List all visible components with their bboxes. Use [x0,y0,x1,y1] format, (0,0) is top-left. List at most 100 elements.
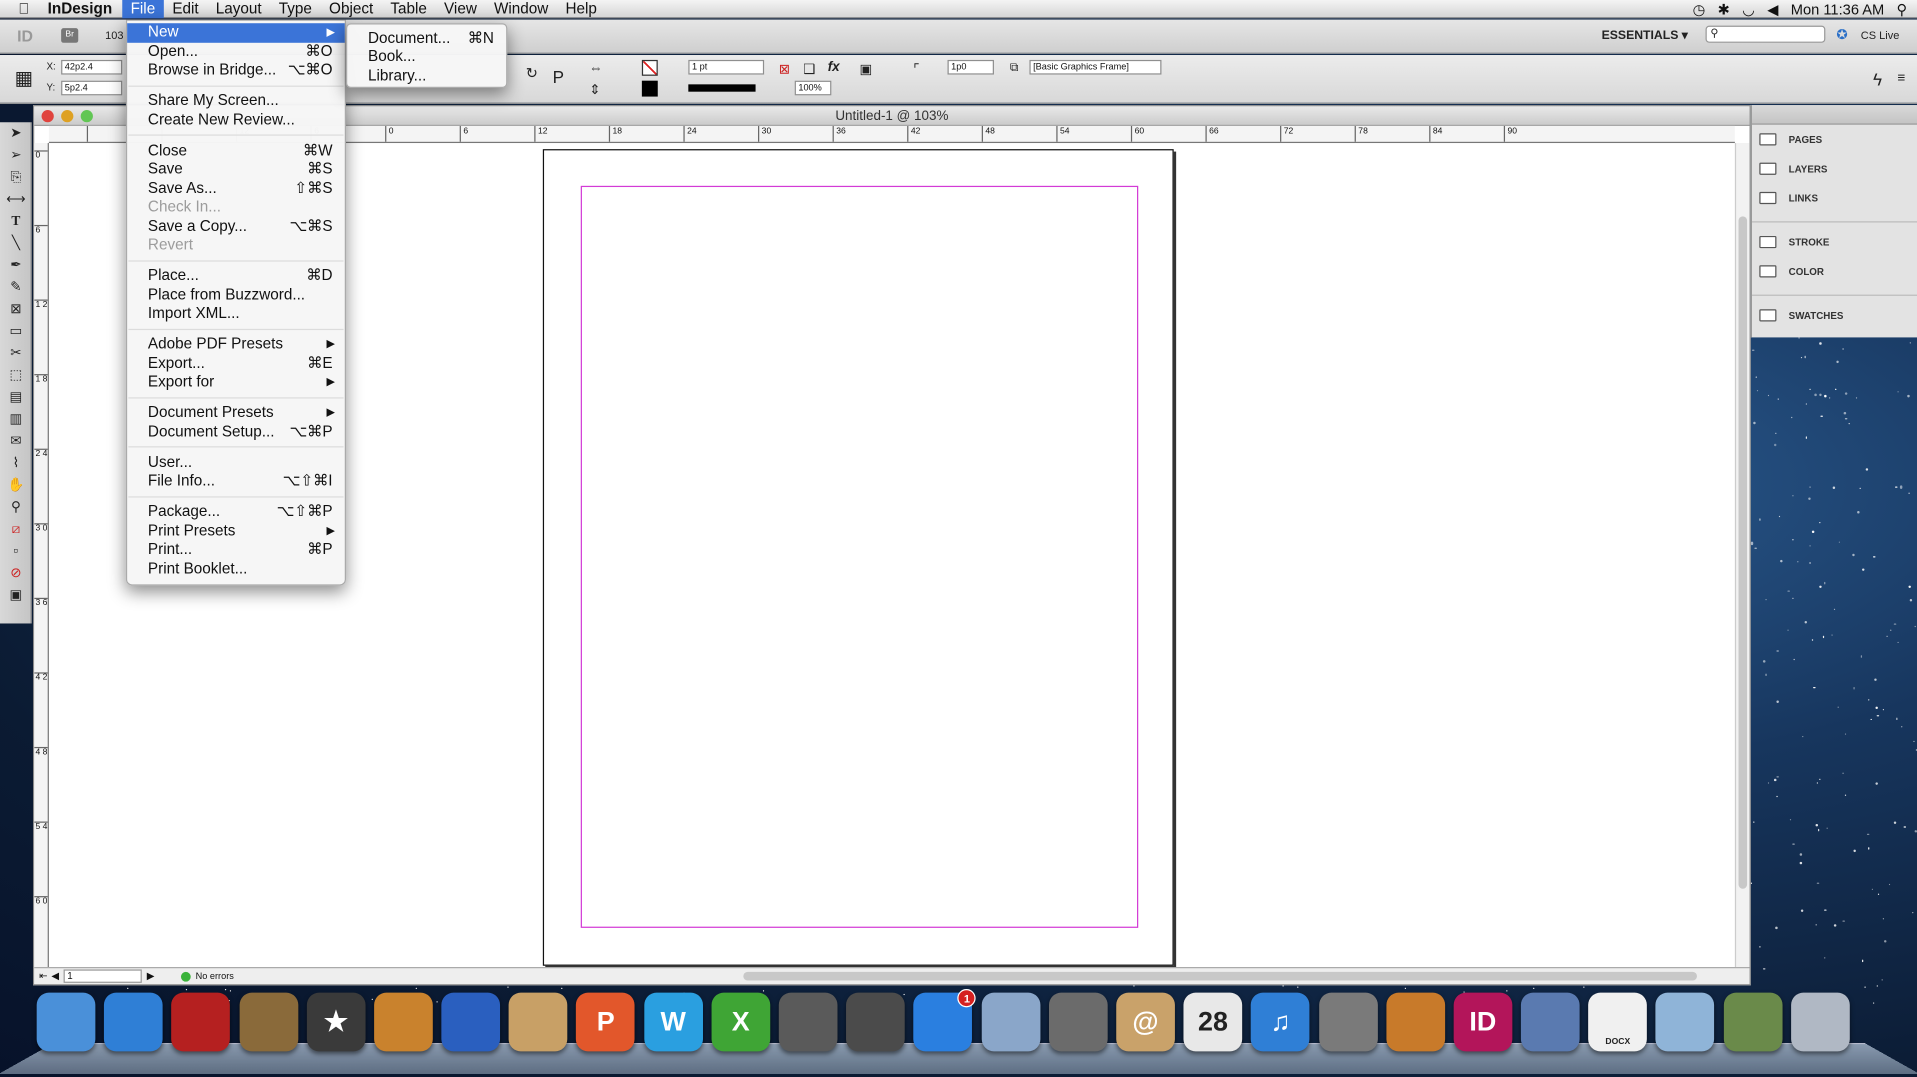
type-tool-icon[interactable]: T [0,210,32,232]
rectangle-frame-tool-icon[interactable]: ⊠ [0,298,32,320]
menu-view[interactable]: View [435,0,485,18]
page-tool-icon[interactable]: ⎘ [0,166,32,188]
trash-icon[interactable] [1790,992,1850,1052]
iphoto-2-icon[interactable] [1520,992,1580,1052]
zoom-level[interactable]: 103 [105,29,123,41]
workspace-switcher[interactable]: ESSENTIALS ▾ [1602,29,1688,42]
text-wrap-icon[interactable]: ▣ [859,61,872,77]
presentation-icon[interactable] [1386,992,1445,1052]
opacity-field[interactable]: 100% [794,80,832,96]
page[interactable] [542,149,1174,966]
panel-stroke[interactable]: STROKE [1752,227,1917,256]
panel-links[interactable]: LINKS [1752,183,1917,212]
selection-tool-icon[interactable]: ➤ [0,122,32,144]
image-capture-icon[interactable] [846,992,905,1052]
stroke-swatch[interactable] [641,80,658,97]
ical-icon[interactable]: 28 [1183,992,1243,1052]
menu-item-close[interactable]: Close ⌘W [127,141,345,160]
menu-object[interactable]: Object [320,0,381,18]
menu-item-save-a-copy[interactable]: Save a Copy... ⌥⌘S [127,217,345,236]
menu-item-open[interactable]: Open... ⌘O [127,42,345,61]
panel-pages[interactable]: PAGES [1752,125,1917,154]
menu-item-place-from-buzzword[interactable]: Place from Buzzword... [127,285,345,304]
cs-live-button[interactable]: CS Live [1861,29,1900,41]
system-preferences-icon[interactable] [1318,992,1378,1052]
time-machine-icon[interactable]: ◷ [1693,1,1706,18]
page-number-field[interactable]: 1 [63,969,142,983]
dvd-player-icon[interactable] [441,992,501,1052]
menu-edit[interactable]: Edit [164,0,207,18]
free-transform-tool-icon[interactable]: ⬚ [0,364,32,386]
app-store-icon[interactable]: 1 [913,989,977,1052]
menu-layout[interactable]: Layout [207,0,270,18]
powerpoint-icon[interactable]: P [576,992,636,1052]
bluetooth-icon[interactable]: ✱ [1718,1,1730,18]
folder-icon[interactable] [1655,992,1715,1052]
photo-booth-icon[interactable] [171,992,231,1052]
stroke-weight-field[interactable]: 1 pt [688,59,765,75]
launchpad-icon[interactable] [778,992,838,1052]
menu-item-book[interactable]: Book... [347,48,506,67]
migration-icon[interactable] [981,992,1040,1052]
iphoto-icon[interactable] [239,992,298,1052]
clock[interactable]: Mon 11:36 AM [1791,1,1885,18]
vertical-scroll-thumb[interactable] [1738,216,1748,889]
panel-menu-icon[interactable]: ≡ [1897,71,1905,86]
menu-item-place[interactable]: Place... ⌘D [127,267,345,286]
pencil-tool-icon[interactable]: ✎ [0,276,32,298]
vertical-ruler[interactable]: 0 6 1 2 1 8 2 4 3 0 3 6 4 2 4 8 5 4 6 0 [34,143,49,967]
flip-horizontal-icon[interactable]: ⇔ [589,61,602,76]
menu-item-package[interactable]: Package... ⌥⇧⌘P [127,502,345,521]
clear-overrides-icon[interactable]: ⊠ [779,61,790,77]
minimize-window-icon[interactable] [61,110,74,123]
apply-none-icon[interactable]: ⊘ [0,562,32,584]
menu-item-share-my-screen[interactable]: Share My Screen... [127,92,345,111]
menu-help[interactable]: Help [557,0,606,18]
garageband-icon[interactable] [374,992,433,1052]
effects-icon[interactable]: fx [828,60,840,75]
prev-page-icon[interactable]: ◀ [51,971,59,982]
zoom-tool-icon[interactable]: ⚲ [0,496,32,518]
menu-file[interactable]: File [122,0,164,18]
eyedropper-tool-icon[interactable]: ⌇ [0,452,32,474]
facetime-icon[interactable] [1048,992,1108,1052]
menu-item-document-setup[interactable]: Document Setup... ⌥⌘P [127,422,345,441]
formatting-container-icon[interactable]: ▫ [0,540,32,562]
flip-vertical-icon[interactable]: ⇕ [589,82,600,98]
menu-type[interactable]: Type [270,0,320,18]
rotate-icon[interactable]: ↻ [526,65,538,82]
menu-item-document-presets[interactable]: Document Presets ▶ [127,403,345,422]
stroke-type-selector[interactable] [688,84,756,92]
itunes-icon[interactable]: ♫ [1251,992,1310,1052]
panel-color[interactable]: COLOR [1752,257,1917,286]
search-input[interactable]: ⚲ [1705,25,1826,43]
drop-shadow-icon[interactable]: ❑ [803,61,815,77]
reference-point-icon[interactable]: ▦ [15,66,33,90]
x-field[interactable]: 42p2.4 [61,59,123,75]
menu-item-document[interactable]: Document... ⌘N [347,29,506,48]
menu-item-browse-in-bridge[interactable]: Browse in Bridge... ⌥⌘O [127,61,345,80]
docx-icon[interactable]: DOCX [1588,992,1648,1052]
next-page-icon[interactable]: ▶ [147,971,155,982]
app-menu[interactable]: InDesign [39,0,122,18]
menu-item-create-new-review[interactable]: Create New Review... [127,111,345,130]
lightning-icon[interactable]: ϟ [1873,70,1882,90]
corner-options-icon[interactable]: ⌜ [913,61,919,77]
direct-selection-tool-icon[interactable]: ➢ [0,144,32,166]
menu-window[interactable]: Window [485,0,556,18]
panel-swatches[interactable]: SWATCHES [1752,301,1917,330]
rectangle-tool-icon[interactable]: ▭ [0,320,32,342]
scissors-tool-icon[interactable]: ✂ [0,342,32,364]
y-field[interactable]: 5p2.4 [61,80,123,96]
preflight-status[interactable]: No errors [196,971,234,982]
gradient-feather-tool-icon[interactable]: ▥ [0,408,32,430]
image-stack-icon[interactable] [1723,992,1783,1052]
indesign-icon[interactable]: ID [1453,992,1513,1052]
horizontal-scroll-thumb[interactable] [743,971,1697,981]
address-book-icon[interactable]: @ [1116,992,1175,1052]
menu-item-print-booklet[interactable]: Print Booklet... [127,559,345,578]
menu-item-save[interactable]: Save ⌘S [127,160,345,179]
menu-item-library[interactable]: Library... [347,67,506,86]
fill-stroke-icon[interactable]: ⧄ [0,518,32,540]
pen-tool-icon[interactable]: ✒ [0,254,32,276]
